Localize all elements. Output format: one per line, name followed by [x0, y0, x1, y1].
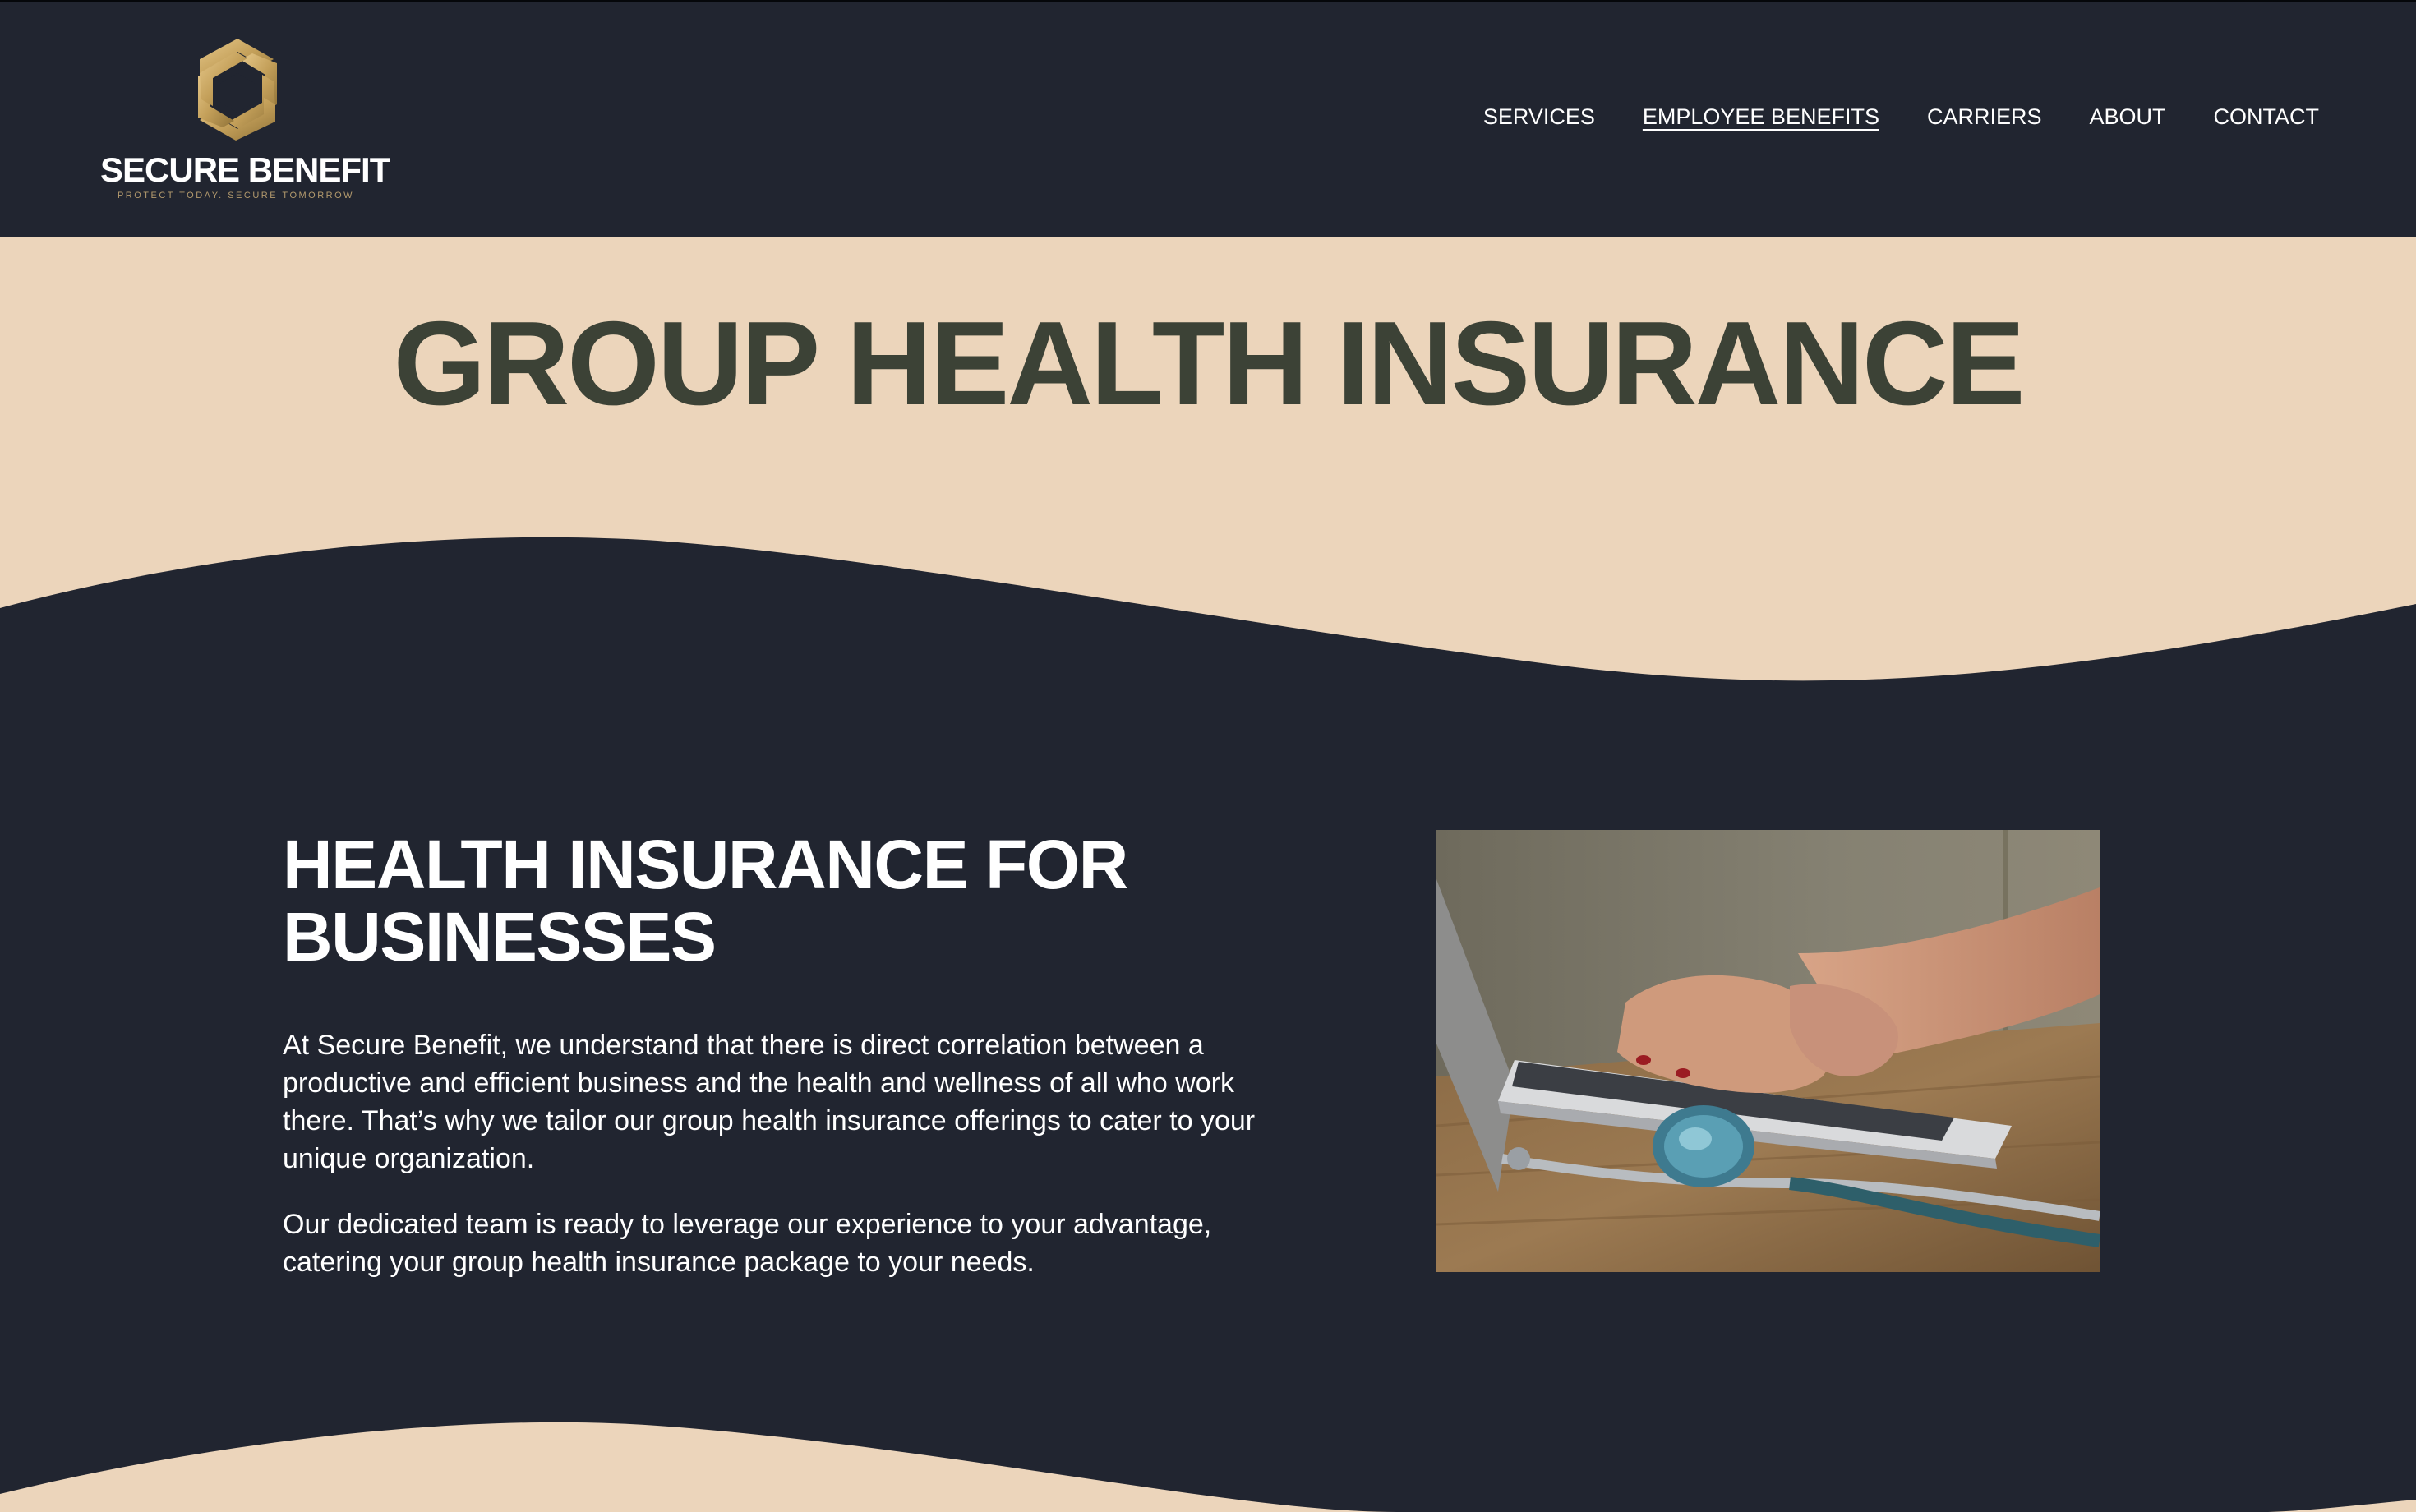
section-heading-line2: BUSINESSES	[283, 898, 717, 975]
logo[interactable]: SECURE BENEFIT PROTECT TODAY. SECURE TOM…	[100, 37, 390, 201]
wave-divider-top	[0, 537, 2416, 707]
brand-name: SECURE BENEFIT	[100, 150, 390, 189]
site-header: SECURE BENEFIT PROTECT TODAY. SECURE TOM…	[0, 2, 2416, 237]
nav-item-employee-benefits[interactable]: EMPLOYEE BENEFITS	[1643, 104, 1879, 130]
team-paragraph: Our dedicated team is ready to leverage …	[283, 1209, 1212, 1278]
intro-paragraph: At Secure Benefit, we understand that th…	[283, 1030, 1256, 1174]
nav-item-carriers[interactable]: CARRIERS	[1927, 104, 2042, 130]
page-title: GROUP HEALTH INSURANCE	[393, 297, 2026, 430]
laptop-stethoscope-photo	[1436, 830, 2100, 1272]
section-heading: HEALTH INSURANCE FOR BUSINESSES	[283, 828, 1187, 973]
main-nav: SERVICES EMPLOYEE BENEFITS CARRIERS ABOU…	[1483, 104, 2319, 130]
nav-item-about[interactable]: ABOUT	[2089, 104, 2165, 130]
wave-divider-bottom	[0, 1422, 2416, 1512]
section-heading-line1: HEALTH INSURANCE FOR	[283, 826, 1128, 903]
hexagon-swirl-logo-icon	[198, 39, 277, 141]
nav-item-services[interactable]: SERVICES	[1483, 104, 1595, 130]
nav-item-contact[interactable]: CONTACT	[2214, 104, 2320, 130]
photo-illustration	[1436, 830, 2100, 1272]
brand-tagline: PROTECT TODAY. SECURE TOMORROW	[117, 191, 355, 201]
